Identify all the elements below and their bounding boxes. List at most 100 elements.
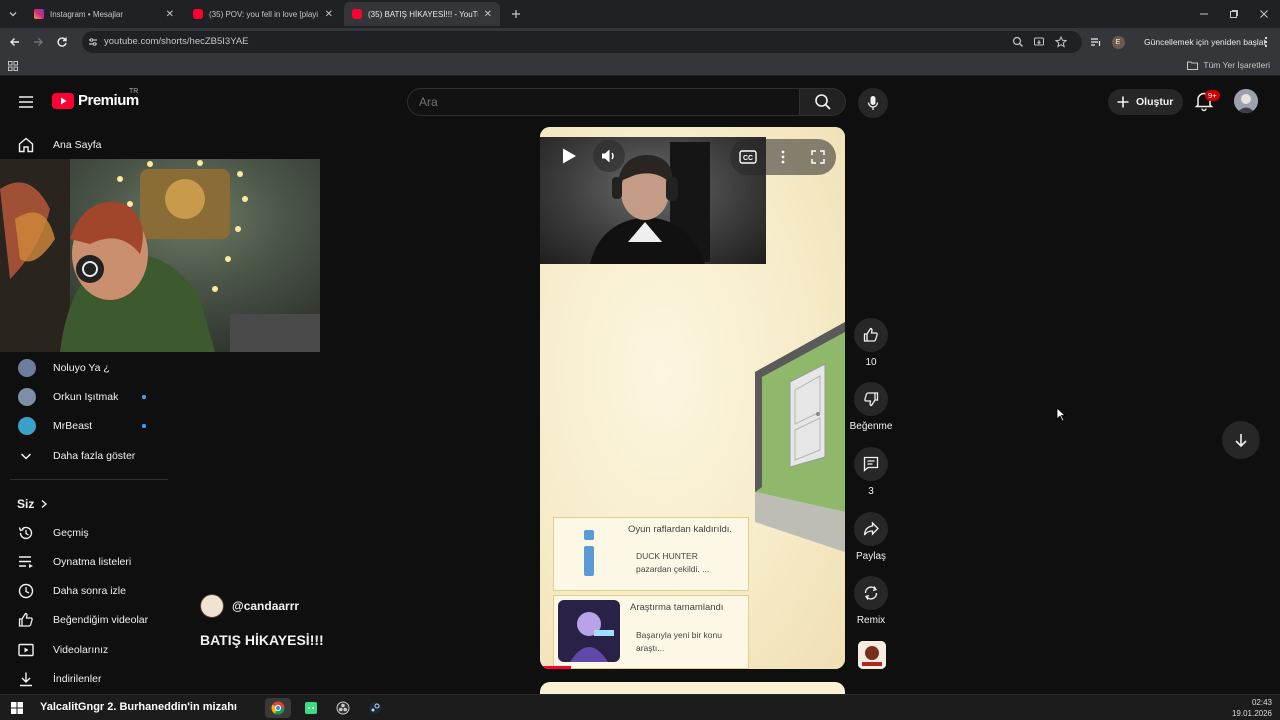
profile-button[interactable]: E [1108, 32, 1128, 52]
plus-icon [1117, 96, 1129, 108]
windows-taskbar: YalcalitGngr 2. Burhaneddin'in mizahı 02… [0, 694, 1280, 720]
comment-count: 3 [868, 486, 874, 497]
audio-source-thumbnail[interactable] [858, 641, 886, 669]
youtube-premium-logo[interactable]: Premium TR [52, 88, 139, 109]
sidebar-item-liked-videos[interactable]: Beğendiğim videolar [0, 606, 170, 634]
stream-ticker-text: YalcalitGngr 2. Burhaneddin'in mizahı [40, 701, 237, 713]
install-app-icon[interactable] [1033, 36, 1045, 48]
tab-instagram[interactable]: Instagram • Mesajlar ✕ [26, 2, 182, 26]
sidebar-item-your-videos[interactable]: Videolarınız [0, 636, 170, 664]
sidebar-you-header[interactable]: Siz [17, 497, 48, 511]
system-clock[interactable]: 02:43 19.01.2026 [1232, 697, 1272, 719]
game-notification-card: Araştırma tamamlandı Başarıyla yeni bir … [553, 595, 749, 669]
channel-avatar [18, 388, 36, 406]
sidebar-item-label: Daha fazla göster [53, 450, 136, 462]
thumbs-up-icon [863, 327, 878, 342]
tab-search-button[interactable] [0, 0, 26, 28]
card-title: Oyun raflardan kaldırıldı. [628, 524, 733, 535]
guide-menu-button[interactable] [17, 93, 35, 111]
card-body: pazardan çekildi. ... [636, 564, 710, 574]
arrow-down-icon [1235, 434, 1247, 448]
channel-avatar[interactable] [200, 594, 224, 618]
comments-button[interactable] [854, 447, 888, 481]
start-button[interactable] [4, 698, 30, 718]
close-tab-icon[interactable]: ✕ [484, 9, 492, 20]
site-info-icon[interactable] [88, 37, 98, 47]
search-input[interactable] [419, 95, 789, 109]
next-short-button[interactable] [1222, 421, 1260, 459]
search-button[interactable] [800, 88, 846, 116]
restart-to-update-button[interactable]: Güncellemek için yeniden başlat [1136, 32, 1274, 52]
arrow-right-icon [34, 38, 43, 46]
address-bar[interactable]: youtube.com/shorts/hecZB5I3YAE [82, 31, 1082, 53]
url-text: youtube.com/shorts/hecZB5I3YAE [104, 36, 249, 47]
zoom-icon[interactable] [1012, 36, 1024, 48]
channel-handle[interactable]: @candaarrr [232, 599, 299, 613]
remix-button[interactable] [854, 576, 888, 610]
clock-date: 19.01.2026 [1231, 709, 1272, 718]
profile-avatar: E [1111, 35, 1125, 49]
dislike-button[interactable] [854, 382, 888, 416]
card-body: DUCK HUNTER [636, 551, 698, 561]
close-tab-icon[interactable]: ✕ [325, 9, 333, 20]
instagram-icon [34, 9, 44, 19]
sidebar-item-subscription[interactable]: Noluyo Ya ¿ [0, 354, 170, 382]
remix-label: Remix [856, 615, 886, 626]
sidebar-item-playlists[interactable]: Oynatma listeleri [0, 548, 170, 576]
volume-button[interactable] [593, 140, 625, 172]
apps-grid-icon[interactable] [8, 61, 18, 71]
close-window-button[interactable] [1248, 0, 1280, 28]
captions-button[interactable]: CC [732, 141, 764, 173]
playback-progress-bar[interactable] [540, 666, 571, 669]
sidebar-item-watch-later[interactable]: Daha sonra izle [0, 577, 170, 605]
close-tab-icon[interactable]: ✕ [166, 9, 174, 20]
clock-time: 02:43 [1251, 698, 1272, 707]
more-options-button[interactable] [767, 141, 799, 173]
sidebar-item-subscription[interactable]: MrBeast [0, 412, 170, 440]
arrow-left-icon [10, 38, 19, 46]
new-tab-button[interactable] [500, 0, 532, 28]
reload-icon [57, 37, 67, 47]
restore-icon [1230, 10, 1238, 18]
share-button[interactable] [854, 512, 888, 546]
create-button[interactable]: Oluştur [1108, 89, 1184, 115]
taskbar-app[interactable] [362, 698, 388, 718]
search-box[interactable] [407, 88, 800, 116]
browser-toolbar: youtube.com/shorts/hecZB5I3YAE E Güncell… [0, 28, 1280, 56]
play-button[interactable] [553, 140, 585, 172]
minimize-button[interactable] [1188, 0, 1220, 28]
webcam-image [0, 159, 320, 352]
forward-button[interactable] [28, 32, 48, 52]
share-icon [863, 521, 879, 536]
all-bookmarks-button[interactable]: Tüm Yer İşaretleri [1187, 60, 1270, 70]
shorts-player[interactable]: CC Oyun raflardan kaldırıldı. DUCK HUNTE… [540, 127, 845, 669]
playlist-icon [17, 553, 35, 571]
fullscreen-button[interactable] [802, 141, 834, 173]
voice-search-button[interactable] [858, 88, 888, 118]
sidebar-item-history[interactable]: Geçmiş [0, 519, 170, 547]
short-channel[interactable]: @candaarrr [200, 594, 299, 618]
taskbar-chrome[interactable] [265, 698, 291, 718]
tab-youtube-pov[interactable]: (35) POV: you fell in love [playi ✕ [185, 2, 341, 26]
sidebar-show-more[interactable]: Daha fazla göster [0, 442, 170, 470]
sidebar-item-downloads[interactable]: İndirilenler [0, 665, 170, 693]
sidebar-item-subscription[interactable]: Orkun Işıtmak [0, 383, 170, 411]
taskbar-app[interactable] [298, 698, 324, 718]
fullscreen-icon [811, 150, 825, 164]
dislike-label: Beğenme [849, 421, 893, 432]
restore-button[interactable] [1218, 0, 1250, 28]
like-button[interactable] [854, 318, 888, 352]
media-controls-button[interactable] [1086, 32, 1106, 52]
section-title: Siz [17, 497, 35, 511]
reload-button[interactable] [52, 32, 72, 52]
bookmark-star-icon[interactable] [1055, 36, 1067, 48]
user-avatar-icon [1234, 89, 1258, 113]
tab-youtube-batis[interactable]: (35) BATIŞ HİKAYESİ!!! - YouTub ✕ [344, 2, 500, 26]
account-avatar[interactable] [1234, 89, 1258, 113]
sidebar-item-home[interactable]: Ana Sayfa [0, 131, 170, 159]
remix-icon [864, 586, 878, 600]
windows-logo-icon [11, 702, 23, 714]
taskbar-app[interactable] [330, 698, 356, 718]
browser-menu-button[interactable] [1256, 32, 1276, 52]
back-button[interactable] [5, 32, 25, 52]
